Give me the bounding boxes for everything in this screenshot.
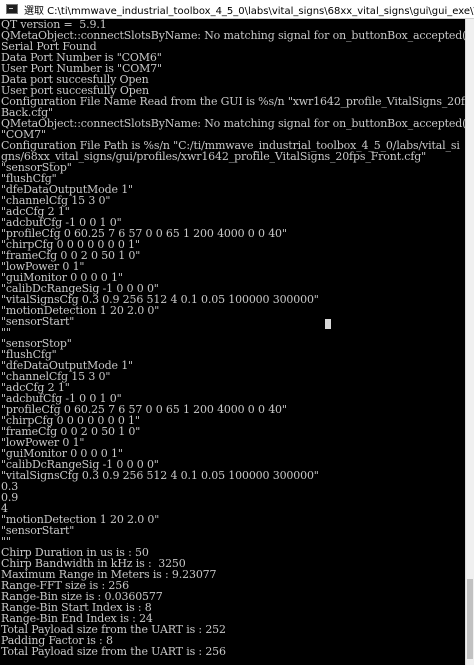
console-text: QT version = 5.9.1 QMetaObject::connectSl…	[0, 19, 465, 657]
console-line: "sensorStop"	[1, 337, 72, 350]
console-app-icon	[6, 4, 18, 14]
vertical-scrollbar[interactable]	[465, 19, 474, 665]
console-line: "vitalSignsCfg 0.3 0.9 256 512 4 0.1 0.0…	[1, 469, 319, 482]
console-line: Configuration File Name Read from the GU…	[1, 95, 465, 108]
console-line: "channelCfg 15 3 0"	[1, 194, 111, 207]
console-window: 選取 C:\ti\mmwave_industrial_toolbox_4_5_0…	[0, 0, 474, 665]
console-line: QMetaObject::connectSlotsByName: No matc…	[1, 117, 465, 130]
scrollbar-thumb[interactable]	[467, 579, 473, 659]
console-line: "channelCfg 15 3 0"	[1, 370, 111, 383]
console-line: 0.9	[1, 491, 19, 504]
window-title: 選取 C:\ti\mmwave_industrial_toolbox_4_5_0…	[24, 5, 474, 17]
text-cursor	[325, 319, 331, 329]
console-output[interactable]: QT version = 5.9.1 QMetaObject::connectSl…	[0, 19, 465, 665]
console-line: 0.3	[1, 480, 19, 493]
title-bar[interactable]: 選取 C:\ti\mmwave_industrial_toolbox_4_5_0…	[0, 0, 474, 19]
console-line: "sensorStart"	[1, 524, 75, 537]
console-line: "sensorStop"	[1, 161, 72, 174]
console-line: Total Payload size from the UART is : 25…	[1, 645, 226, 658]
console-line: "sensorStart"	[1, 315, 75, 328]
